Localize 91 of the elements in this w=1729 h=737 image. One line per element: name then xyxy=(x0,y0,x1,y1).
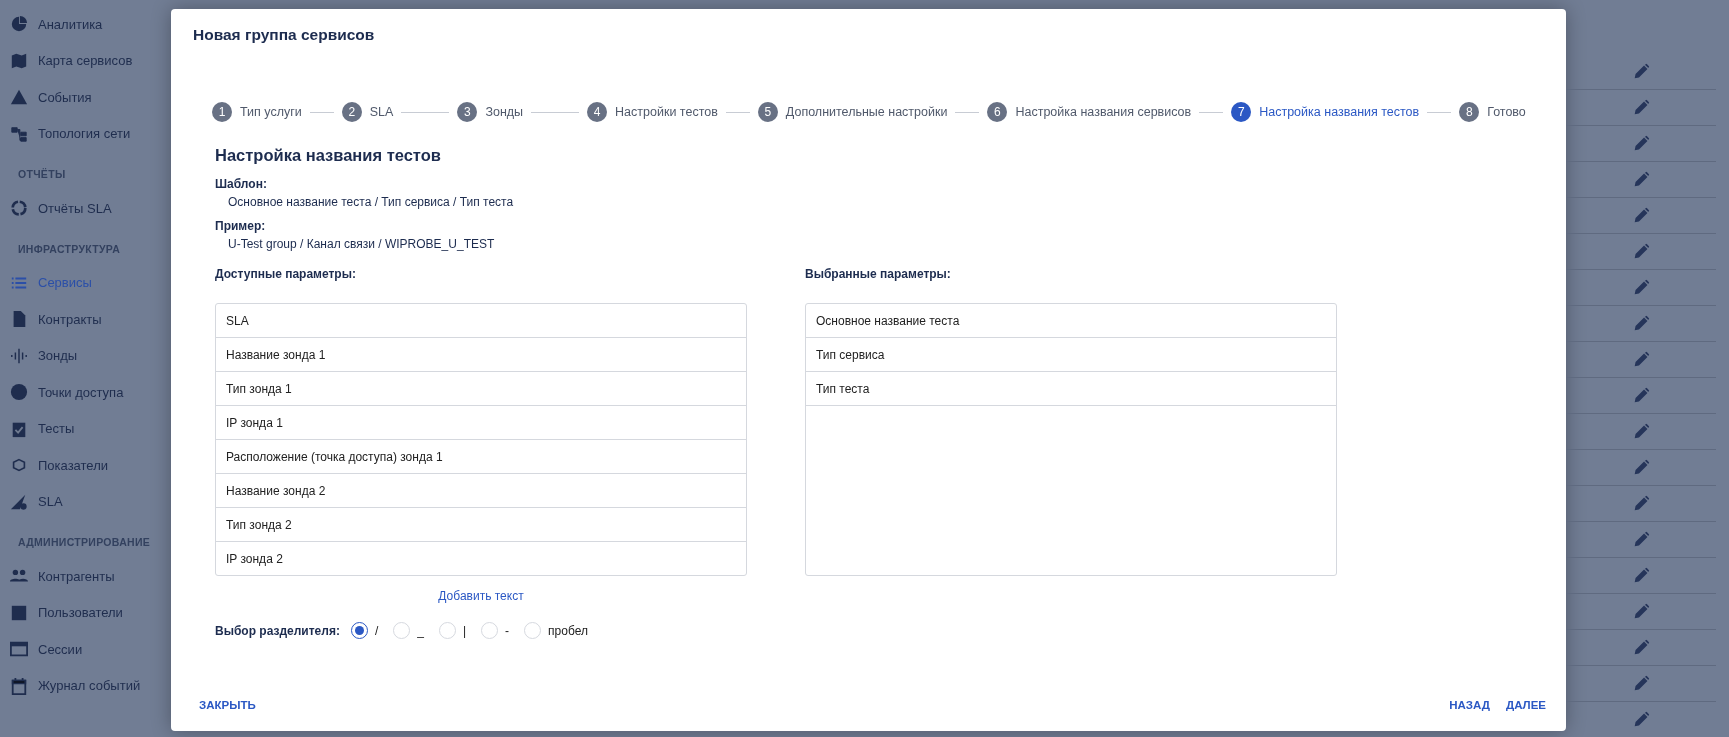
list-item[interactable]: Тип зонда 2 xyxy=(216,508,746,542)
nav-item[interactable]: Карта сервисов xyxy=(10,42,171,79)
nav-item[interactable]: Контрагенты xyxy=(10,558,171,594)
warning-icon xyxy=(10,88,28,106)
calendar-icon xyxy=(10,676,28,695)
pencil-icon[interactable] xyxy=(1632,387,1650,404)
pencil-icon[interactable] xyxy=(1632,495,1650,512)
step-number-badge[interactable]: 7 xyxy=(1231,102,1252,122)
template-label: Шаблон: xyxy=(215,177,268,191)
step-label[interactable]: Тип услуги xyxy=(240,105,302,119)
step-number-badge[interactable]: 3 xyxy=(457,102,478,122)
ring-chart-icon xyxy=(10,199,28,217)
section-title: Настройка названия тестов xyxy=(215,146,442,165)
list-item[interactable]: IP зонда 1 xyxy=(216,406,746,440)
pencil-icon[interactable] xyxy=(1632,315,1650,332)
pencil-icon[interactable] xyxy=(1632,459,1650,476)
window-icon xyxy=(10,640,28,658)
section-heading: ИНФРАСТРУКТУРА xyxy=(17,241,122,257)
step-label[interactable]: Настройки тестов xyxy=(615,105,718,119)
nav-item[interactable]: Топология сети xyxy=(10,115,171,152)
example-value: U-Test group / Канал связи / WIPROBE_U_TEST xyxy=(227,236,496,253)
pencil-icon[interactable] xyxy=(1632,639,1650,656)
nav-item[interactable]: События xyxy=(10,79,171,115)
section-heading: ОТЧЁТЫ xyxy=(17,167,67,182)
nav-item[interactable]: Сессии xyxy=(10,631,171,667)
separator-label: Выбор разделителя: xyxy=(215,623,340,638)
list-item[interactable]: Тип зонда 1 xyxy=(216,372,746,406)
waveform-icon xyxy=(10,346,28,365)
pencil-icon[interactable] xyxy=(1632,711,1650,728)
step-number-badge[interactable]: 6 xyxy=(987,102,1008,122)
list-item[interactable]: IP зонда 2 xyxy=(216,542,746,575)
pencil-icon[interactable] xyxy=(1632,243,1650,260)
pencil-icon[interactable] xyxy=(1632,171,1650,188)
nav-item[interactable]: Показатели xyxy=(10,447,171,483)
pencil-icon[interactable] xyxy=(1632,207,1650,224)
nav-item[interactable]: SLA xyxy=(10,483,171,520)
step-number-badge[interactable]: 5 xyxy=(757,102,778,122)
step-label[interactable]: Настройка названия тестов xyxy=(1259,105,1420,119)
example-label: Пример: xyxy=(215,219,267,233)
section-heading: АДМИНИСТРИРОВАНИЕ xyxy=(17,535,152,550)
step-number-badge[interactable]: 8 xyxy=(1459,102,1480,122)
next-button[interactable]: ДАЛЕЕ xyxy=(1501,695,1550,715)
dialog-title: Новая группа сервисов xyxy=(192,25,376,44)
pencil-icon[interactable] xyxy=(1632,531,1650,548)
list-item[interactable]: Тип сервиса xyxy=(806,338,1336,372)
list-item[interactable]: Расположение (точка доступа) зонда 1 xyxy=(216,440,746,474)
nav-item[interactable]: Пользователи xyxy=(10,594,171,631)
step-label[interactable]: Дополнительные настройки xyxy=(785,105,948,119)
list-label: Доступные параметры: xyxy=(215,267,357,281)
circle-icon xyxy=(10,383,28,401)
topology-icon xyxy=(10,124,28,143)
map-icon xyxy=(10,51,28,70)
close-button[interactable]: ЗАКРЫТЬ xyxy=(195,695,260,715)
nav-item[interactable]: Отчёты SLA xyxy=(10,190,171,226)
add-text-link[interactable]: Добавить текст xyxy=(432,588,530,604)
step-label[interactable]: Зонды xyxy=(485,105,524,119)
nav-item[interactable]: Зонды xyxy=(10,337,171,374)
nav-item[interactable]: Тесты xyxy=(10,410,171,447)
list-item[interactable]: Основное название теста xyxy=(806,304,1336,338)
back-button[interactable]: НАЗАД xyxy=(1445,695,1494,715)
step-label[interactable]: SLA xyxy=(369,105,394,119)
step-number-badge[interactable]: 2 xyxy=(341,102,362,122)
nav-item[interactable]: Аналитика xyxy=(10,6,171,42)
list-item[interactable]: SLA xyxy=(216,304,746,338)
radio-label: _ xyxy=(417,623,424,638)
nav-item[interactable]: Точки доступа xyxy=(10,374,171,410)
template-value: Основное название теста / Тип сервиса / Тип теста xyxy=(227,194,515,211)
radio-label: / xyxy=(374,623,379,638)
pencil-icon[interactable] xyxy=(1632,351,1650,368)
radio-label: - xyxy=(505,623,510,638)
list-item[interactable]: Название зонда 2 xyxy=(216,474,746,508)
step-number-badge[interactable]: 1 xyxy=(212,102,232,122)
pencil-icon[interactable] xyxy=(1632,279,1650,296)
pencil-icon[interactable] xyxy=(1632,135,1650,152)
pencil-icon[interactable] xyxy=(1632,63,1650,80)
list-label: Выбранные параметры: xyxy=(805,267,952,281)
pencil-icon[interactable] xyxy=(1632,675,1650,692)
nav-item[interactable]: Журнал событий xyxy=(10,667,171,704)
step-number-badge[interactable]: 4 xyxy=(587,102,608,122)
pencil-icon[interactable] xyxy=(1632,423,1650,440)
step-label[interactable]: Настройка названия сервисов xyxy=(1015,105,1192,119)
pencil-icon[interactable] xyxy=(1632,603,1650,620)
list-item[interactable]: Тип теста xyxy=(806,372,1336,406)
pie-chart-icon xyxy=(10,15,28,33)
nav-item[interactable]: Контракты xyxy=(10,301,171,337)
radio-label: пробел xyxy=(548,623,588,638)
pencil-icon[interactable] xyxy=(1632,567,1650,584)
radio-label: | xyxy=(462,623,467,638)
list-item[interactable]: Название зонда 1 xyxy=(216,338,746,372)
step-label[interactable]: Готово xyxy=(1487,105,1526,119)
pencil-icon[interactable] xyxy=(1632,99,1650,116)
